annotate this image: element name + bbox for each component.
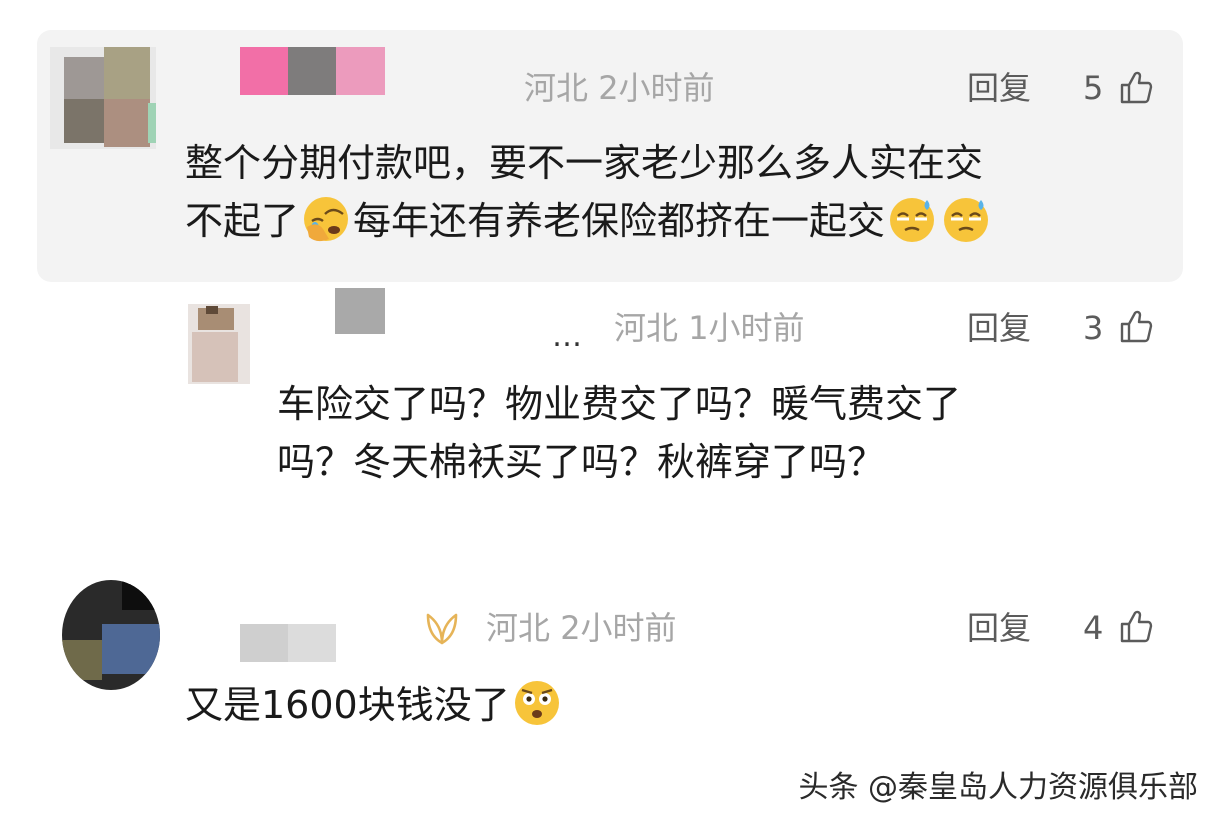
sweat-smile-emoji <box>890 198 935 242</box>
sweat-smile-emoji <box>944 198 989 242</box>
comment-text: 整个分期付款吧，要不一家老少那么多人实在交 不起了 每年还有养老保险都挤在一起交 <box>185 134 1165 250</box>
comment-text: 又是1600块钱没了 <box>185 676 885 734</box>
comment-text: 车险交了吗？物业费交了吗？暖气费交了 吗？冬天棉袄买了吗？秋裤穿了吗？ <box>277 375 1157 491</box>
location: 河北 <box>614 309 679 347</box>
comment-meta: 河北 2小时前 <box>486 612 677 644</box>
like-count: 4 <box>1083 609 1104 647</box>
reply-button[interactable]: 回复 <box>967 612 1031 644</box>
avatar[interactable] <box>188 304 250 384</box>
comment-segment: 不起了 <box>185 199 300 243</box>
username-suffix: … <box>552 319 582 354</box>
location: 河北 <box>524 69 589 107</box>
reply-button[interactable]: 回复 <box>967 72 1031 104</box>
comment-meta: 河北 2小时前 <box>524 72 715 104</box>
reply-button[interactable]: 回复 <box>967 312 1031 344</box>
username-blurred[interactable] <box>240 624 336 662</box>
like-count: 5 <box>1083 69 1104 107</box>
timestamp: 2小时前 <box>598 69 715 107</box>
crying-facepalm-emoji <box>304 197 349 242</box>
thumbs-up-icon[interactable] <box>1118 309 1154 345</box>
avatar[interactable] <box>62 580 160 690</box>
comment-line: 吗？冬天棉袄买了吗？秋裤穿了吗？ <box>277 440 886 484</box>
comment-segment: 每年还有养老保险都挤在一起交 <box>353 199 886 243</box>
comment-line: 又是1600块钱没了 <box>185 676 885 734</box>
avatar[interactable] <box>50 47 156 149</box>
comment-segment: 又是1600块钱没了 <box>185 683 510 727</box>
username-blurred[interactable] <box>240 47 385 95</box>
comment-line: 车险交了吗？物业费交了吗？暖气费交了 <box>277 382 962 426</box>
comment-line: 不起了 每年还有养老保险都挤在一起交 <box>185 192 1165 250</box>
timestamp: 2小时前 <box>560 609 677 647</box>
comment-meta: 河北 1小时前 <box>614 312 805 344</box>
thumbs-up-icon[interactable] <box>1118 609 1154 645</box>
like-count: 3 <box>1083 309 1104 347</box>
thumbs-up-icon[interactable] <box>1118 70 1154 106</box>
shocked-emoji <box>514 681 559 725</box>
watermark: 头条 @秦皇岛人力资源俱乐部 <box>798 770 1198 805</box>
comment-line: 整个分期付款吧，要不一家老少那么多人实在交 <box>185 141 984 185</box>
ribbon-badge-icon <box>426 613 458 645</box>
username-blurred[interactable] <box>335 288 385 334</box>
timestamp: 1小时前 <box>688 309 805 347</box>
location: 河北 <box>486 609 551 647</box>
